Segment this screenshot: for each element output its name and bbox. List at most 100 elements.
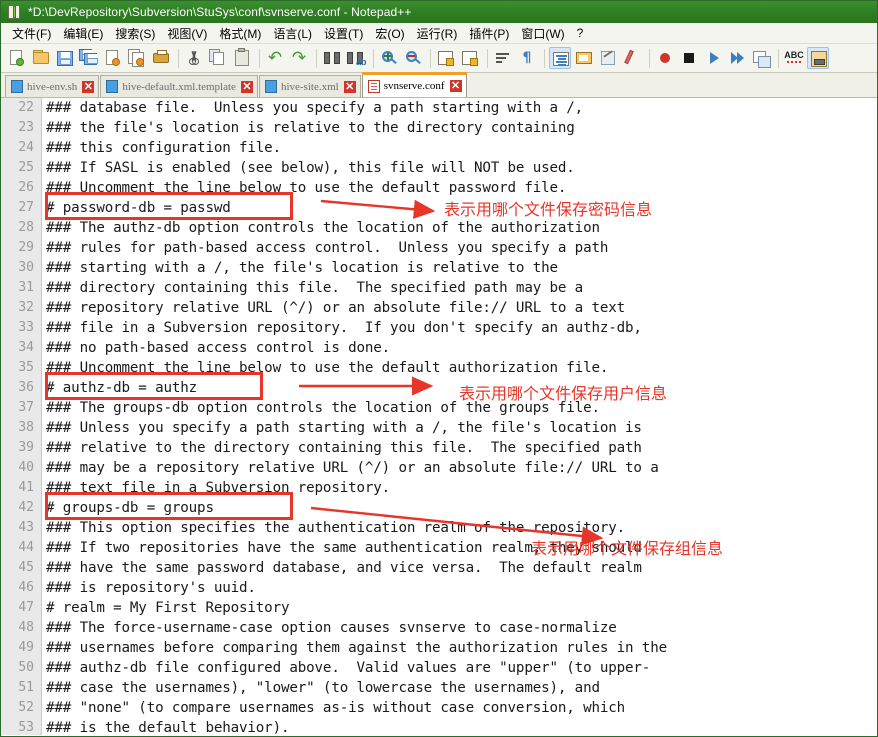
word-wrap-icon[interactable]: [492, 47, 514, 69]
code-line[interactable]: # authz-db = authz: [42, 378, 877, 398]
line-number: 26: [18, 180, 34, 195]
run-icon[interactable]: [807, 47, 829, 69]
line-number: 43: [18, 520, 34, 535]
menu-bar: 文件(F) 编辑(E) 搜索(S) 视图(V) 格式(M) 语言(L) 设置(T…: [1, 23, 877, 44]
sync-vertical-icon[interactable]: [435, 47, 457, 69]
zoom-out-icon[interactable]: [402, 47, 424, 69]
copy-icon[interactable]: [207, 47, 229, 69]
sync-horizontal-icon[interactable]: [459, 47, 481, 69]
stop-recording-icon[interactable]: [678, 47, 700, 69]
close-icon[interactable]: ✕: [449, 80, 462, 92]
code-line[interactable]: ### file in a Subversion repository. If …: [42, 318, 877, 338]
blue-doc-icon: [264, 80, 277, 93]
line-number: 51: [18, 680, 34, 695]
code-line[interactable]: ### The authz-db option controls the loc…: [42, 218, 877, 238]
code-line[interactable]: ### no path-based access control is done…: [42, 338, 877, 358]
code-line[interactable]: ### relative to the directory containing…: [42, 438, 877, 458]
zoom-in-icon[interactable]: [378, 47, 400, 69]
tab-hive-default-xml-template[interactable]: hive-default.xml.template ✕: [100, 75, 258, 97]
code-line[interactable]: ### Uncomment the line below to use the …: [42, 358, 877, 378]
new-file-icon[interactable]: [6, 47, 28, 69]
close-icon[interactable]: ✕: [82, 80, 95, 93]
line-number: 34: [18, 340, 34, 355]
code-line[interactable]: ### is repository's uuid.: [42, 578, 877, 598]
tab-svnserve-conf[interactable]: svnserve.conf ✕: [361, 72, 467, 97]
code-line[interactable]: ### The force-username-case option cause…: [42, 618, 877, 638]
code-line[interactable]: ### "none" (to compare usernames as-is w…: [42, 698, 877, 718]
tab-hive-env-sh[interactable]: hive-env.sh ✕: [5, 75, 100, 97]
tab-hive-site-xml[interactable]: hive-site.xml ✕: [258, 75, 361, 97]
code-line[interactable]: ### If two repositories have the same au…: [42, 538, 877, 558]
close-file-icon[interactable]: [102, 47, 124, 69]
redo-icon[interactable]: ↷: [288, 47, 310, 69]
undo-icon[interactable]: ↶: [264, 47, 286, 69]
code-line[interactable]: # realm = My First Repository: [42, 598, 877, 618]
code-line[interactable]: ### this configuration file.: [42, 138, 877, 158]
run-macro-multiple-icon[interactable]: [726, 47, 748, 69]
code-line[interactable]: ### may be a repository relative URL (^/…: [42, 458, 877, 478]
find-icon[interactable]: [321, 47, 343, 69]
close-icon[interactable]: ✕: [343, 80, 356, 93]
play-macro-icon[interactable]: [702, 47, 724, 69]
line-number: 47: [18, 600, 34, 615]
code-line[interactable]: ### is the default behavior).: [42, 718, 877, 735]
editor-area[interactable]: 22 23 24 25 26 27 28 29 30 31 32 33 34 35 36 37 38 39 40 41…: [1, 98, 877, 735]
document-map-icon[interactable]: [597, 47, 619, 69]
user-defined-dialog-icon[interactable]: [573, 47, 595, 69]
code-line[interactable]: ### repository relative URL (^/) or an a…: [42, 298, 877, 318]
save-icon[interactable]: [54, 47, 76, 69]
menu-window[interactable]: 窗口(W): [515, 23, 570, 44]
menu-help[interactable]: ?: [571, 24, 590, 42]
code-line[interactable]: ### usernames before comparing them agai…: [42, 638, 877, 658]
code-line[interactable]: ### have the same password database, and…: [42, 558, 877, 578]
print-icon[interactable]: [150, 47, 172, 69]
replace-icon[interactable]: ab: [345, 47, 367, 69]
code-line[interactable]: # groups-db = groups: [42, 498, 877, 518]
code-line[interactable]: ### case the usernames), "lower" (to low…: [42, 678, 877, 698]
code-line[interactable]: ### authz-db file configured above. Vali…: [42, 658, 877, 678]
code-line[interactable]: ### Uncomment the line below to use the …: [42, 178, 877, 198]
code-line[interactable]: ### The groups-db option controls the lo…: [42, 398, 877, 418]
menu-settings[interactable]: 设置(T): [318, 23, 369, 44]
line-number: 40: [18, 460, 34, 475]
show-all-chars-icon[interactable]: ¶: [516, 47, 538, 69]
line-number: 27: [18, 200, 34, 215]
menu-file[interactable]: 文件(F): [6, 23, 57, 44]
line-number: 37: [18, 400, 34, 415]
line-number: 41: [18, 480, 34, 495]
save-all-icon[interactable]: [78, 47, 100, 69]
menu-search[interactable]: 搜索(S): [109, 23, 161, 44]
code-content[interactable]: ### database file. Unless you specify a …: [42, 98, 877, 735]
line-number: 46: [18, 580, 34, 595]
toolbar-separator: [487, 48, 488, 68]
code-line[interactable]: ### starting with a /, the file's locati…: [42, 258, 877, 278]
close-all-icon[interactable]: [126, 47, 148, 69]
menu-format[interactable]: 格式(M): [213, 23, 267, 44]
code-line[interactable]: ### database file. Unless you specify a …: [42, 98, 877, 118]
menu-macro[interactable]: 宏(O): [369, 23, 410, 44]
code-line[interactable]: ### text file in a Subversion repository…: [42, 478, 877, 498]
code-line[interactable]: ### directory containing this file. The …: [42, 278, 877, 298]
tab-bar: hive-env.sh ✕ hive-default.xml.template …: [1, 72, 877, 98]
menu-language[interactable]: 语言(L): [267, 23, 318, 44]
code-line[interactable]: ### If SASL is enabled (see below), this…: [42, 158, 877, 178]
function-list-icon[interactable]: [621, 47, 643, 69]
menu-edit[interactable]: 编辑(E): [57, 23, 109, 44]
save-macro-icon[interactable]: [750, 47, 772, 69]
paste-icon[interactable]: [231, 47, 253, 69]
menu-plugins[interactable]: 插件(P): [463, 23, 515, 44]
code-line[interactable]: ### This option specifies the authentica…: [42, 518, 877, 538]
record-macro-icon[interactable]: [654, 47, 676, 69]
menu-view[interactable]: 视图(V): [161, 23, 213, 44]
code-line[interactable]: ### the file's location is relative to t…: [42, 118, 877, 138]
code-line[interactable]: ### rules for path-based access control.…: [42, 238, 877, 258]
spell-check-icon[interactable]: ABC: [783, 47, 805, 69]
code-line[interactable]: # password-db = passwd: [42, 198, 877, 218]
open-file-icon[interactable]: [30, 47, 52, 69]
line-number: 30: [18, 260, 34, 275]
close-icon[interactable]: ✕: [240, 80, 253, 93]
show-indent-guide-icon[interactable]: [549, 47, 571, 69]
cut-icon[interactable]: [183, 47, 205, 69]
menu-run[interactable]: 运行(R): [411, 23, 464, 44]
code-line[interactable]: ### Unless you specify a path starting w…: [42, 418, 877, 438]
